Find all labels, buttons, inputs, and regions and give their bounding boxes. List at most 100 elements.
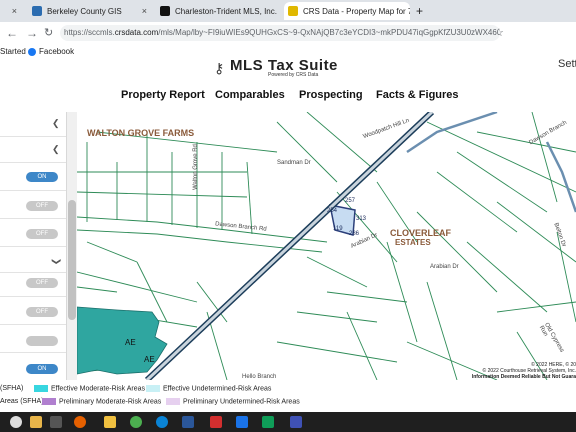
tab-label: CRS Data - Property Map for 7 [303, 6, 410, 16]
tab-label: Charleston-Trident MLS, Inc. [175, 6, 277, 16]
logo-subtitle: Powered by CRS Data [268, 72, 319, 78]
url-prefix: https://sccmls. [64, 28, 115, 37]
plus-icon[interactable]: + [416, 4, 423, 18]
app-header: ⚷ MLS Tax Suite Powered by CRS Data Sett [0, 57, 576, 113]
crs-favicon-icon [288, 6, 298, 16]
forward-arrow-icon[interactable]: → [26, 26, 38, 40]
nav-prospecting[interactable]: Prospecting [299, 89, 363, 101]
divider [0, 296, 66, 297]
close-icon[interactable]: × [277, 6, 281, 16]
layer-toggle-3[interactable]: OFF [26, 229, 58, 239]
parcel-dim-label: 254 [327, 208, 338, 214]
search-icon[interactable] [10, 416, 22, 428]
url-field[interactable]: https://sccmls.crsdata.com/mls/Map/lby~F… [60, 25, 500, 41]
divider [0, 272, 66, 273]
map-label-estates: ESTATES [395, 238, 431, 247]
settings-link[interactable]: Sett [558, 58, 576, 70]
tab-crs-data[interactable]: CRS Data - Property Map for 7 × [284, 2, 410, 20]
property-map[interactable]: WALTON GROVE FARMS CLOVERLEAF ESTATES AE… [77, 112, 576, 380]
layer-toggle-4[interactable]: OFF [26, 278, 58, 288]
chevron-left-icon[interactable]: ❮ [52, 144, 60, 155]
chevron-left-icon[interactable]: ❮ [52, 118, 60, 129]
legend-label: Effective Moderate-Risk Areas [51, 385, 146, 393]
road-label: Sandman Dr [277, 160, 311, 166]
legend-item: Preliminary Undetermined-Risk Areas [166, 398, 300, 405]
pdf-icon[interactable] [210, 416, 222, 428]
legend-label: Preliminary Undetermined-Risk Areas [183, 398, 300, 406]
legend-swatch [166, 398, 180, 405]
chrome-icon[interactable] [130, 416, 142, 428]
file-explorer-icon[interactable] [30, 416, 42, 428]
divider [0, 136, 66, 137]
word-icon[interactable] [182, 416, 194, 428]
legend-label: Areas (SFHA) [0, 398, 44, 405]
legend-item: Effective Moderate-Risk Areas [34, 385, 145, 392]
layer-panel: ❮ ❮ ON OFF OFF ❮ OFF OFF ON [0, 112, 67, 380]
berkeley-favicon-icon [32, 6, 42, 16]
dawson-creek-line [406, 112, 498, 154]
folder-icon[interactable] [104, 416, 116, 428]
parcel-dim-label: 257 [345, 198, 356, 204]
road-label: Arabian Dr [430, 264, 459, 270]
layer-toggle-7[interactable]: ON [26, 364, 58, 374]
flood-label-ae: AE [125, 338, 136, 347]
road-label: Walton Grove Rd [192, 144, 199, 190]
creek-line-east [545, 141, 576, 213]
legend-label: Preliminary Moderate-Risk Areas [59, 398, 162, 406]
map-canvas [77, 112, 576, 380]
parcel-dim-label: 119 [333, 226, 343, 232]
divider [0, 190, 66, 191]
divider [0, 324, 66, 325]
tab-berkeley-gis[interactable]: Berkeley County GIS × [28, 2, 150, 20]
legend-row: Areas (SFHA) [0, 398, 44, 405]
excel-icon[interactable] [262, 416, 274, 428]
layer-toggle-1[interactable]: ON [26, 172, 58, 182]
chevron-down-icon[interactable]: ❮ [50, 258, 61, 266]
legend-label: Effective Undetermined-Risk Areas [163, 385, 272, 393]
firefox-icon[interactable] [74, 416, 86, 428]
facebook-icon [28, 48, 36, 56]
tab-label: Berkeley County GIS [47, 6, 122, 16]
legend-item: Effective Undetermined-Risk Areas [146, 385, 271, 392]
layer-toggle-2[interactable]: OFF [26, 201, 58, 211]
nav-comparables[interactable]: Comparables [215, 89, 285, 101]
reload-icon[interactable]: ↻ [44, 26, 53, 39]
mls-favicon-icon [160, 6, 170, 16]
panel-scrollbar-thumb[interactable] [68, 200, 76, 320]
url-domain: crsdata.com [114, 28, 159, 37]
flood-label-ae: AE [144, 355, 155, 364]
browser-tab-bar: × Berkeley County GIS × Charleston-Tride… [0, 0, 576, 22]
parcel-dim-label: 286 [349, 231, 360, 237]
back-arrow-icon[interactable]: ← [6, 26, 18, 40]
windows-taskbar [0, 412, 576, 432]
task-view-icon[interactable] [50, 416, 62, 428]
map-label-cloverleaf: CLOVERLEAF [390, 228, 452, 238]
legend-swatch [34, 385, 48, 392]
mail-icon[interactable] [236, 416, 248, 428]
divider [0, 352, 66, 353]
nav-facts-figures[interactable]: Facts & Figures [376, 89, 459, 101]
legend-swatch [42, 398, 56, 405]
legend-label: (SFHA) [0, 385, 24, 392]
bookmark-facebook[interactable]: Facebook [39, 44, 74, 60]
tab-close-partial[interactable]: × [0, 2, 20, 20]
close-icon[interactable]: × [9, 6, 20, 16]
layer-toggle-5[interactable]: OFF [26, 307, 58, 317]
map-label-walton-grove: WALTON GROVE FARMS [87, 128, 195, 138]
close-icon[interactable]: × [139, 6, 150, 16]
new-tab-button[interactable]: + [416, 2, 430, 20]
bookmark-started[interactable]: Started [0, 44, 26, 60]
tab-charleston-mls[interactable]: Charleston-Trident MLS, Inc. × [156, 2, 280, 20]
layer-toggle-6[interactable] [26, 336, 58, 346]
url-path: /mls/Map/lby~FI9iuWIEs9QUHGxCS~9-QxNAjQB… [158, 28, 500, 37]
divider [0, 162, 66, 163]
nav-property-report[interactable]: Property Report [121, 89, 205, 101]
flood-legend: (SFHA) Effective Moderate-Risk Areas Eff… [0, 380, 576, 412]
divider [0, 218, 66, 219]
highway-road [145, 112, 434, 380]
key-logo-icon: ⚷ [214, 60, 225, 76]
edge-icon[interactable] [156, 416, 168, 428]
divider [0, 246, 66, 247]
legend-item: Preliminary Moderate-Risk Areas [42, 398, 161, 405]
app-icon[interactable] [290, 416, 302, 428]
